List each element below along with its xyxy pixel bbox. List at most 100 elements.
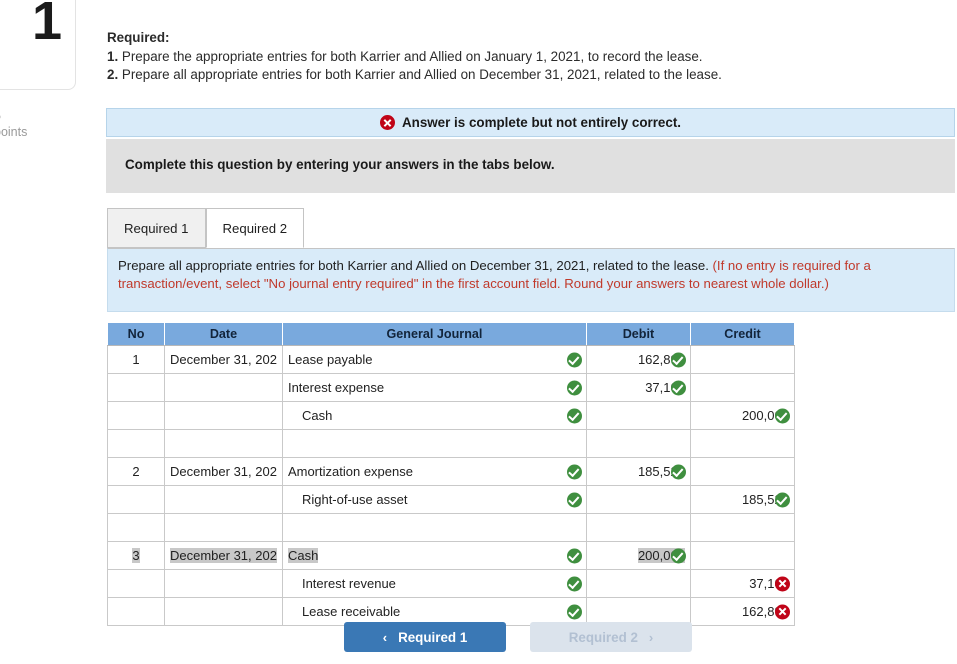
cell-credit[interactable]	[689, 513, 795, 542]
cell-debit[interactable]: 200,000	[585, 541, 691, 570]
cell-account[interactable]: Amortization expense	[281, 457, 587, 486]
correct-check-icon	[670, 464, 686, 479]
tab-required-2[interactable]: Required 2	[205, 208, 305, 248]
cell-account[interactable]: Interest expense	[281, 373, 587, 402]
cell-credit[interactable]: 200,000	[689, 401, 795, 430]
main-content: Required: 1. Prepare the appropriate ent…	[104, 0, 957, 664]
question-number: 1	[31, 0, 62, 51]
account-name: Lease receivable	[301, 604, 401, 619]
journal-spacer-row	[107, 513, 795, 542]
cell-account[interactable]: Cash	[281, 401, 587, 430]
cell-date[interactable]: December 31, 202	[164, 457, 283, 486]
cell-date[interactable]	[164, 597, 283, 626]
correct-check-icon	[566, 464, 582, 479]
cell-date[interactable]: December 31, 202	[164, 541, 283, 570]
navigation-buttons: ‹ Required 1 Required 2 ›	[344, 622, 692, 652]
cell-credit[interactable]: 162,895	[689, 597, 795, 626]
entry-date: December 31, 202	[170, 548, 277, 563]
cell-date[interactable]	[164, 485, 283, 514]
cell-no[interactable]: 2	[107, 457, 165, 486]
cell-credit[interactable]	[689, 429, 795, 458]
table-row: Interest revenue 37,105	[107, 569, 795, 598]
account-name: Cash	[301, 408, 333, 423]
cell-debit[interactable]	[585, 429, 691, 458]
cell-account[interactable]: Right-of-use asset	[281, 485, 587, 514]
table-row: Cash 200,000	[107, 401, 795, 430]
required-item-1: 1. Prepare the appropriate entries for b…	[107, 48, 947, 67]
cell-debit[interactable]	[585, 569, 691, 598]
required-1-prev-label: Required 1	[398, 629, 468, 645]
cell-date[interactable]	[164, 401, 283, 430]
requirement-tabs: Required 1 Required 2	[107, 207, 305, 248]
cell-debit[interactable]: 185,525	[585, 457, 691, 486]
cell-credit[interactable]	[689, 345, 795, 374]
cell-debit[interactable]	[585, 401, 691, 430]
points-value: 5	[0, 108, 74, 124]
cell-date[interactable]	[164, 373, 283, 402]
cell-date[interactable]: December 31, 202	[164, 345, 283, 374]
cell-no[interactable]	[107, 401, 165, 430]
required-item-1-text: Prepare the appropriate entries for both…	[121, 48, 703, 64]
account-name: Lease payable	[287, 352, 373, 367]
correct-check-icon	[774, 408, 790, 423]
points-block: 5 points	[0, 108, 74, 140]
cell-debit[interactable]: 37,105	[585, 373, 691, 402]
table-row: Interest expense 37,105	[107, 373, 795, 402]
cell-credit[interactable]: 37,105	[689, 569, 795, 598]
cell-no[interactable]: 3	[107, 541, 165, 570]
cell-no[interactable]	[107, 429, 165, 458]
entry-number: 2	[132, 464, 140, 479]
instruction-main-text: Prepare all appropriate entries for both…	[118, 258, 713, 273]
cell-no[interactable]	[107, 513, 165, 542]
cell-debit[interactable]: 162,895	[585, 345, 691, 374]
question-rail: 1 5 points	[0, 0, 78, 664]
cell-account[interactable]: Cash	[281, 541, 587, 570]
cell-debit[interactable]	[585, 485, 691, 514]
required-item-2-number: 2.	[107, 67, 119, 82]
correct-check-icon	[566, 604, 582, 619]
instructions-panel: Complete this question by entering your …	[106, 139, 955, 193]
cell-date[interactable]	[164, 429, 283, 458]
journal-table-head: No Date General Journal Debit Credit	[107, 322, 795, 346]
cell-account[interactable]: Lease payable	[281, 345, 587, 374]
cell-credit[interactable]: 185,525	[689, 485, 795, 514]
cell-no[interactable]	[107, 373, 165, 402]
answer-status-banner: Answer is complete but not entirely corr…	[106, 108, 955, 137]
incorrect-x-icon	[774, 576, 790, 591]
table-row: 2 December 31, 202 Amortization expense 185…	[107, 457, 795, 486]
correct-check-icon	[566, 576, 582, 591]
table-row: Right-of-use asset 185,525	[107, 485, 795, 514]
required-item-2-text: Prepare all appropriate entries for both…	[121, 67, 722, 82]
account-name: Interest expense	[287, 380, 385, 395]
entry-date: December 31, 202	[170, 464, 277, 479]
cell-credit[interactable]	[689, 541, 795, 570]
journal-table-body: 1 December 31, 202 Lease payable 162,895 Int…	[107, 345, 795, 626]
cell-no[interactable]	[107, 597, 165, 626]
correct-check-icon	[566, 352, 582, 367]
required-2-next-button[interactable]: Required 2 ›	[530, 622, 692, 652]
incorrect-x-icon	[774, 604, 790, 619]
cell-no[interactable]: 1	[107, 345, 165, 374]
correct-check-icon	[566, 380, 582, 395]
cell-debit[interactable]	[585, 513, 691, 542]
cell-date[interactable]	[164, 569, 283, 598]
cell-date[interactable]	[164, 513, 283, 542]
cell-account[interactable]: Interest revenue	[281, 569, 587, 598]
correct-check-icon	[566, 548, 582, 563]
cell-no[interactable]	[107, 569, 165, 598]
column-header-date: Date	[164, 322, 283, 346]
cell-no[interactable]	[107, 485, 165, 514]
tab-required-1[interactable]: Required 1	[107, 208, 206, 248]
cell-account[interactable]	[281, 429, 587, 458]
column-header-no: No	[107, 322, 165, 346]
cell-credit[interactable]	[689, 373, 795, 402]
correct-check-icon	[670, 548, 686, 563]
cell-account[interactable]	[281, 513, 587, 542]
entry-number: 1	[132, 352, 140, 367]
cell-credit[interactable]	[689, 457, 795, 486]
general-journal-table: No Date General Journal Debit Credit 1 De…	[107, 322, 795, 626]
account-name: Right-of-use asset	[301, 492, 408, 507]
required-2-next-label: Required 2	[568, 629, 638, 645]
required-1-prev-button[interactable]: ‹ Required 1	[344, 622, 506, 652]
required-item-1-number: 1.	[107, 48, 119, 64]
